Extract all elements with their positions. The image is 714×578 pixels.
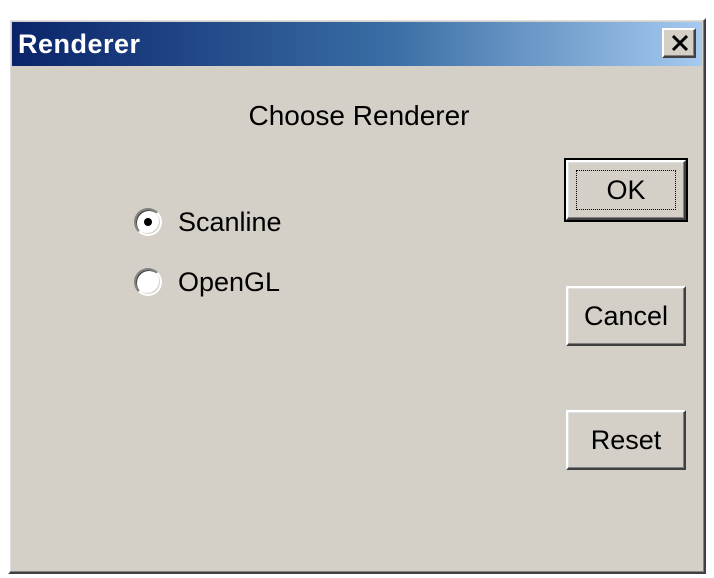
cancel-button-label: Cancel	[583, 300, 669, 331]
reset-button-label: Reset	[590, 424, 662, 455]
radio-label-scanline: Scanline	[178, 206, 282, 237]
title-bar[interactable]: Renderer	[12, 22, 702, 66]
close-icon	[671, 35, 689, 51]
radio-button-scanline[interactable]	[134, 208, 162, 236]
renderer-dialog: Renderer Choose Renderer Scanline OpenGL…	[8, 18, 706, 574]
radio-option-opengl[interactable]: OpenGL	[134, 264, 280, 300]
reset-button[interactable]: Reset	[566, 410, 686, 470]
cancel-button[interactable]: Cancel	[566, 286, 686, 346]
radio-selected-dot	[144, 218, 152, 226]
ok-button[interactable]: OK	[564, 158, 688, 222]
dialog-heading: Choose Renderer	[248, 100, 470, 131]
window-title: Renderer	[18, 29, 141, 59]
radio-option-scanline[interactable]: Scanline	[134, 204, 282, 240]
radio-label-opengl: OpenGL	[178, 266, 281, 297]
radio-button-opengl[interactable]	[134, 268, 162, 296]
close-button[interactable]	[662, 28, 696, 58]
ok-button-label: OK	[606, 174, 646, 205]
